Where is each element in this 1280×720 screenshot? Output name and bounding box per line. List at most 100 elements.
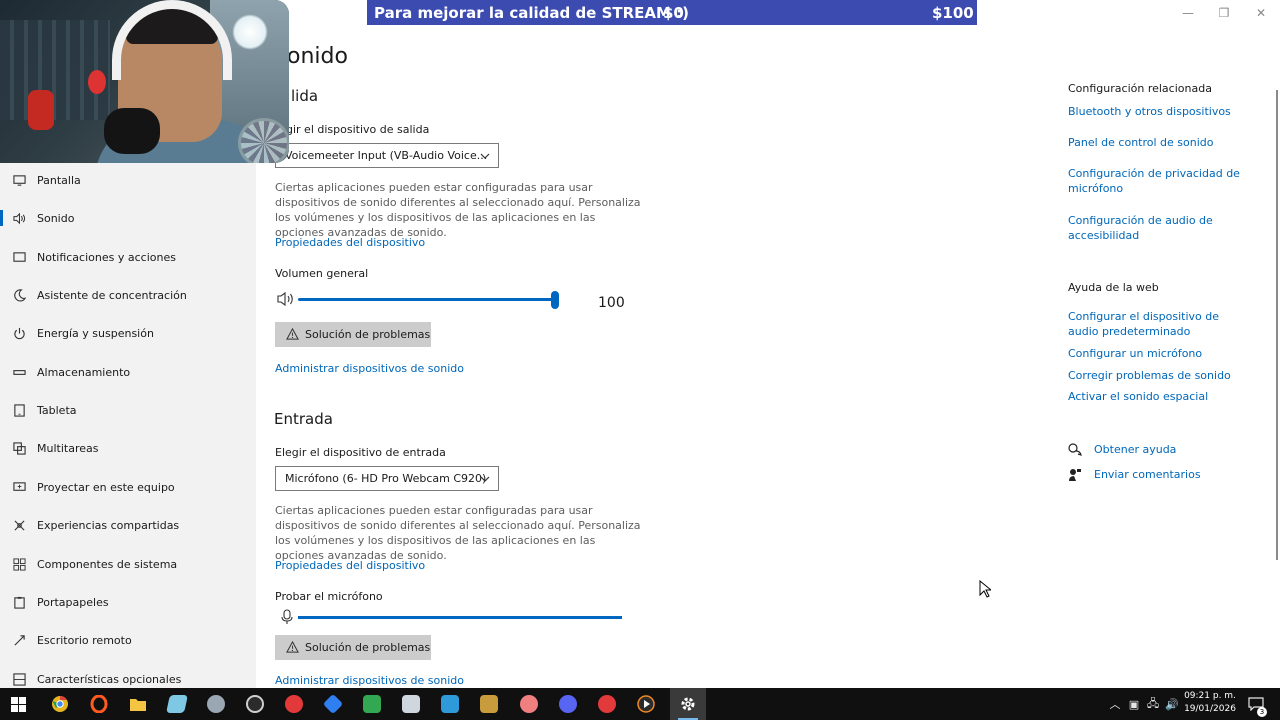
input-device-value: Micrófono (6- HD Pro Webcam C920) <box>285 472 487 485</box>
output-troubleshoot-button[interactable]: Solución de problemas <box>275 322 431 347</box>
sidebar-item-label: Energía y suspensión <box>37 326 154 340</box>
notification-icon <box>12 250 26 264</box>
tablet-icon <box>12 403 26 417</box>
get-help-link[interactable]: Obtener ayuda <box>1094 443 1176 456</box>
components-icon <box>12 557 26 571</box>
windows-start-icon[interactable] <box>11 697 26 712</box>
shared-icon <box>12 518 26 532</box>
web-help-link-setup-mic[interactable]: Configurar un micrófono <box>1068 346 1258 361</box>
sidebar-item-label: Portapapeles <box>37 595 109 609</box>
moon-icon <box>12 288 26 302</box>
maximize-button[interactable]: ❐ <box>1212 4 1236 22</box>
app-icon[interactable] <box>282 692 306 716</box>
sidebar-item-asistente[interactable]: Asistente de concentración <box>0 277 256 313</box>
mouse-cursor-icon <box>979 580 991 598</box>
input-device-label: Elegir el dispositivo de entrada <box>275 446 446 459</box>
related-link-sound-control-panel[interactable]: Panel de control de sonido <box>1068 135 1258 150</box>
app-icon[interactable] <box>360 692 384 716</box>
app-icon[interactable] <box>477 692 501 716</box>
speaker-icon <box>12 211 26 225</box>
taskbar-clock[interactable]: 09:21 p. m. 19/01/2026 <box>1180 690 1240 716</box>
output-device-select[interactable]: Voicemeeter Input (VB-Audio Voice... <box>275 143 499 168</box>
app-icon[interactable] <box>517 692 541 716</box>
sidebar-item-portapapeles[interactable]: Portapapeles <box>0 584 256 620</box>
network-icon[interactable]: 🖧 <box>1146 697 1160 711</box>
taskbar: ︿ ▣ 🖧 🔊 3 <box>0 688 1280 720</box>
sidebar-item-experiencias[interactable]: Experiencias compartidas <box>0 507 256 543</box>
sidebar-item-proyectar[interactable]: Proyectar en este equipo <box>0 469 256 505</box>
project-icon <box>12 480 26 494</box>
sidebar-item-label: Multitareas <box>37 441 99 455</box>
input-device-select[interactable]: Micrófono (6- HD Pro Webcam C920) <box>275 466 499 491</box>
sidebar-item-tableta[interactable]: Tableta <box>0 392 256 428</box>
sidebar-item-pantalla[interactable]: Pantalla <box>0 162 256 198</box>
app-icon[interactable] <box>438 692 462 716</box>
storage-icon <box>12 365 26 379</box>
chevron-up-icon[interactable]: ︿ <box>1108 697 1122 711</box>
minimize-button[interactable]: — <box>1176 4 1200 22</box>
close-button[interactable]: ✕ <box>1249 4 1273 22</box>
scrollbar[interactable] <box>1276 90 1278 560</box>
output-device-label: gir el dispositivo de salida <box>286 123 430 136</box>
app-icon[interactable] <box>321 692 345 716</box>
related-link-accessibility-audio[interactable]: Configuración de audio de accesibilidad <box>1068 213 1218 243</box>
chevron-down-icon <box>480 476 490 482</box>
clock-date: 19/01/2026 <box>1184 704 1236 714</box>
app-icon[interactable] <box>204 692 228 716</box>
get-help-icon <box>1068 443 1082 456</box>
input-manage-devices-link[interactable]: Administrar dispositivos de sonido <box>275 674 464 687</box>
button-label: Solución de problemas <box>305 641 431 654</box>
discord-icon[interactable] <box>556 692 580 716</box>
sidebar-item-energia[interactable]: Energía y suspensión <box>0 315 256 351</box>
output-properties-link[interactable]: Propiedades del dispositivo <box>275 236 425 249</box>
app-icon[interactable] <box>399 692 423 716</box>
optional-features-icon <box>12 672 26 686</box>
input-properties-link[interactable]: Propiedades del dispositivo <box>275 559 425 572</box>
media-player-icon[interactable] <box>634 692 658 716</box>
web-help-title: Ayuda de la web <box>1068 281 1159 294</box>
sidebar-item-label: Componentes de sistema <box>37 557 178 571</box>
sidebar-item-notificaciones[interactable]: Notificaciones y acciones <box>0 239 256 275</box>
web-help-link-default-audio[interactable]: Configurar el dispositivo de audio prede… <box>1068 309 1248 339</box>
webcam-overlay <box>0 0 289 163</box>
volume-tray-icon[interactable]: 🔊 <box>1165 697 1179 711</box>
file-explorer-icon[interactable] <box>126 692 150 716</box>
settings-icon[interactable] <box>676 692 700 716</box>
sidebar-item-label: Sonido <box>37 211 75 225</box>
sidebar-item-label: Características opcionales <box>37 672 182 686</box>
sidebar-item-sonido[interactable]: Sonido <box>0 200 256 236</box>
banner-text: Para mejorar la calidad de STREAM :) <box>374 4 690 22</box>
app-icon[interactable] <box>243 692 267 716</box>
app-icon[interactable] <box>165 692 189 716</box>
sidebar-item-label: Notificaciones y acciones <box>37 250 176 264</box>
volume-icon[interactable] <box>277 292 295 306</box>
sidebar-item-escritorio-remoto[interactable]: Escritorio remoto <box>0 622 256 658</box>
volume-slider-thumb[interactable] <box>551 291 559 309</box>
tray-app-icon[interactable]: ▣ <box>1127 697 1141 711</box>
page-title: onido <box>287 44 348 69</box>
related-link-mic-privacy[interactable]: Configuración de privacidad de micrófono <box>1068 166 1243 196</box>
clock-time: 09:21 p. m. <box>1184 691 1236 701</box>
sidebar-item-multitareas[interactable]: Multitareas <box>0 430 256 466</box>
opera-icon[interactable] <box>87 692 111 716</box>
button-label: Solución de problemas <box>305 328 431 341</box>
sidebar-item-almacenamiento[interactable]: Almacenamiento <box>0 354 256 390</box>
volume-slider-track[interactable] <box>298 298 556 301</box>
microphone-icon <box>281 609 293 624</box>
output-description: Ciertas aplicaciones pueden estar config… <box>275 181 641 239</box>
chrome-icon[interactable] <box>48 692 72 716</box>
output-device-value: Voicemeeter Input (VB-Audio Voice... <box>285 149 488 162</box>
input-section-title: Entrada <box>274 410 333 428</box>
output-section-title: lida <box>291 87 319 105</box>
output-manage-devices-link[interactable]: Administrar dispositivos de sonido <box>275 362 464 375</box>
input-troubleshoot-button[interactable]: Solución de problemas <box>275 635 431 660</box>
stream-goal-banner: Para mejorar la calidad de STREAM :) $0 … <box>367 0 977 25</box>
related-link-bluetooth[interactable]: Bluetooth y otros dispositivos <box>1068 104 1258 119</box>
app-icon[interactable] <box>595 692 619 716</box>
input-description: Ciertas aplicaciones pueden estar config… <box>275 504 641 562</box>
sidebar-item-componentes[interactable]: Componentes de sistema <box>0 546 256 582</box>
web-help-link-fix-sound[interactable]: Corregir problemas de sonido <box>1068 368 1258 383</box>
web-help-link-spatial-sound[interactable]: Activar el sonido espacial <box>1068 389 1258 404</box>
clipboard-icon <box>12 595 26 609</box>
send-feedback-link[interactable]: Enviar comentarios <box>1094 468 1201 481</box>
